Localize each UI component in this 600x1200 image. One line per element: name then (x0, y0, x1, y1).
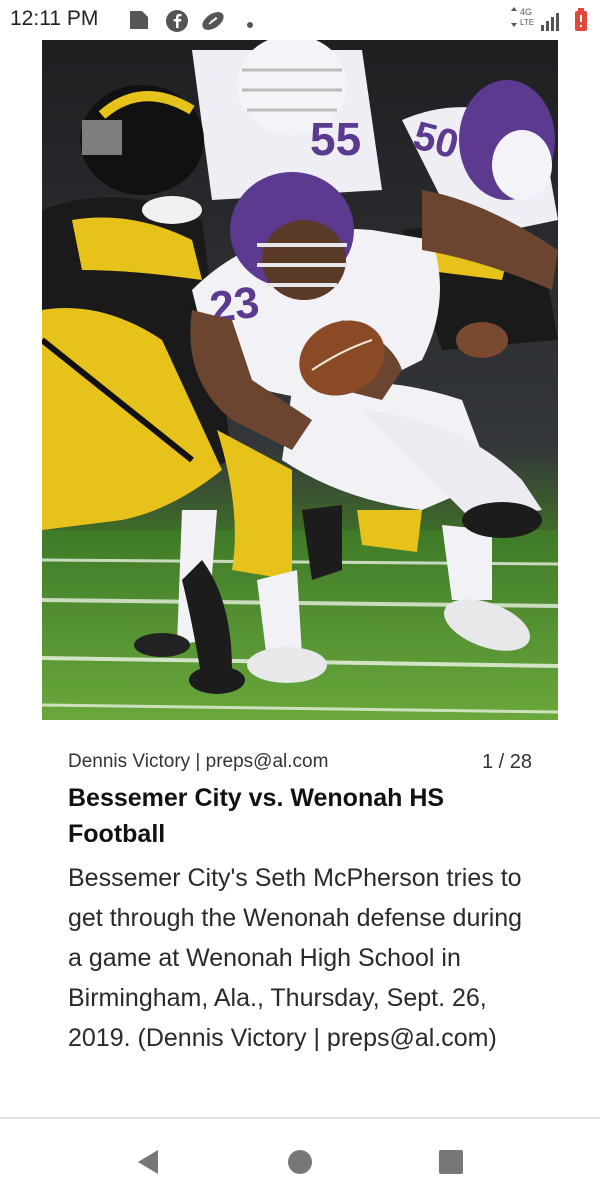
file-icon (128, 9, 150, 36)
network-label: 4G (520, 7, 532, 17)
svg-text:55: 55 (310, 113, 361, 165)
slide-counter: 1 / 28 (481, 751, 532, 773)
gallery-headline: Bessemer City vs. Wenonah HS Football (68, 784, 445, 848)
nav-home-button[interactable] (285, 1147, 315, 1177)
recents-icon (439, 1150, 463, 1174)
facebook-icon (165, 9, 189, 38)
system-nav-bar (0, 1119, 600, 1200)
photo-caption: Bessemer City's Seth McPherson tries to … (68, 864, 523, 1052)
back-icon (138, 1150, 158, 1174)
nav-recents-button[interactable] (436, 1147, 466, 1177)
dot-icon (246, 16, 254, 34)
nav-back-button[interactable] (134, 1147, 164, 1177)
svg-text:LTE: LTE (520, 18, 534, 27)
football-icon (200, 9, 226, 38)
network-icon: 4G LTE (508, 5, 538, 36)
home-icon (288, 1150, 312, 1174)
status-time: 12:11 PM (10, 7, 99, 30)
signal-icon (540, 10, 564, 37)
article-photo[interactable]: 55 50 23 (42, 40, 558, 720)
battery-icon (574, 8, 588, 37)
status-bar: 12:11 PM 4G LTE (0, 0, 600, 40)
photo-credit: Dennis Victory | preps@al.com (68, 751, 329, 772)
